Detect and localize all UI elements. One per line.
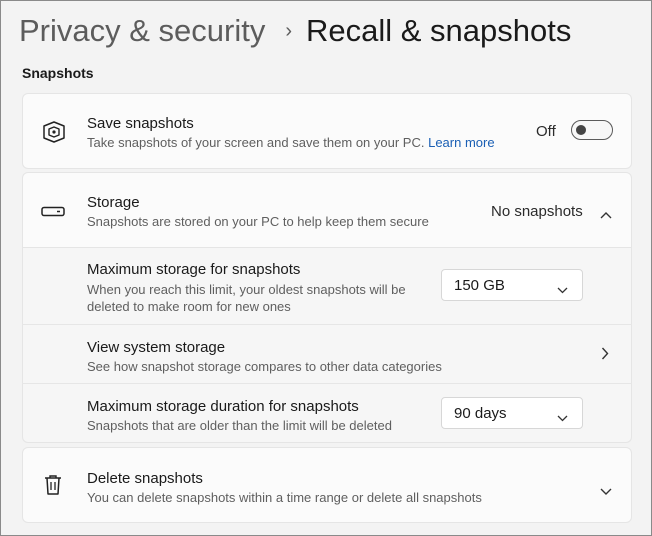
- view-system-storage-title: View system storage: [87, 339, 226, 356]
- storage-expander-header[interactable]: Storage Snapshots are stored on your PC …: [22, 172, 632, 248]
- max-duration-selected-value: 90 days: [454, 405, 507, 422]
- max-storage-selected-value: 150 GB: [454, 277, 505, 294]
- delete-snapshots-description: You can delete snapshots within a time r…: [87, 490, 482, 505]
- chevron-down-icon[interactable]: [600, 483, 612, 501]
- save-snapshots-card: Save snapshots Take snapshots of your sc…: [22, 93, 632, 169]
- max-storage-description-line2: deleted to make room for new ones: [87, 299, 291, 314]
- save-snapshots-description-text: Take snapshots of your screen and save t…: [87, 135, 425, 150]
- storage-title: Storage: [87, 194, 140, 211]
- section-label-snapshots: Snapshots: [22, 65, 94, 81]
- max-duration-description: Snapshots that are older than the limit …: [87, 418, 392, 433]
- breadcrumb-separator: ›: [285, 19, 293, 42]
- trash-icon: [43, 474, 63, 501]
- storage-status: No snapshots: [491, 203, 583, 220]
- save-snapshots-toggle-state: Off: [536, 123, 556, 140]
- max-storage-title: Maximum storage for snapshots: [87, 261, 301, 278]
- chevron-down-icon: [557, 281, 568, 299]
- save-snapshots-description: Take snapshots of your screen and save t…: [87, 134, 495, 151]
- max-duration-dropdown[interactable]: 90 days: [441, 397, 583, 429]
- learn-more-link[interactable]: Learn more: [428, 135, 494, 150]
- max-storage-description-line1: When you reach this limit, your oldest s…: [87, 282, 406, 297]
- storage-drive-icon: [41, 205, 65, 223]
- chevron-up-icon[interactable]: [600, 206, 612, 224]
- breadcrumb: Privacy & security › Recall & snapshots: [19, 9, 571, 53]
- save-snapshots-title: Save snapshots: [87, 115, 194, 132]
- delete-snapshots-card[interactable]: Delete snapshots You can delete snapshot…: [22, 447, 632, 523]
- max-duration-title: Maximum storage duration for snapshots: [87, 398, 359, 415]
- chevron-right-icon[interactable]: [601, 347, 609, 365]
- view-system-storage-description: See how snapshot storage compares to oth…: [87, 359, 442, 374]
- page-title: Recall & snapshots: [306, 13, 572, 48]
- breadcrumb-parent-privacy-security[interactable]: Privacy & security: [19, 13, 265, 49]
- storage-description: Snapshots are stored on your PC to help …: [87, 214, 429, 229]
- divider: [22, 383, 632, 384]
- recall-icon: [41, 120, 67, 149]
- toggle-knob: [576, 125, 586, 135]
- save-snapshots-toggle[interactable]: [571, 120, 613, 140]
- max-storage-dropdown[interactable]: 150 GB: [441, 269, 583, 301]
- delete-snapshots-title: Delete snapshots: [87, 470, 203, 487]
- chevron-down-icon: [557, 409, 568, 427]
